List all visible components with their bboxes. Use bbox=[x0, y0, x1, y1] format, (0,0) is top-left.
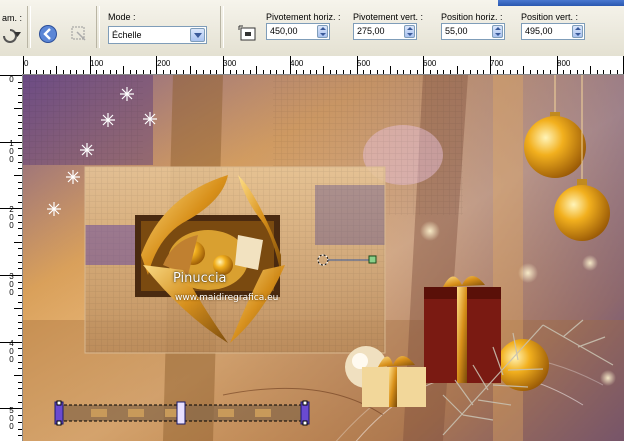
chevron-down-icon[interactable] bbox=[190, 28, 205, 42]
pivot-v-value: 275,00 bbox=[357, 26, 385, 36]
pos-h-field[interactable]: 55,00 bbox=[441, 23, 505, 40]
separator bbox=[27, 6, 31, 48]
title-strip bbox=[498, 0, 624, 6]
back-icon[interactable] bbox=[38, 24, 58, 44]
scale-icon[interactable] bbox=[238, 24, 258, 44]
pos-h-value: 55,00 bbox=[445, 26, 468, 36]
dropdown-arrow-icon[interactable] bbox=[14, 32, 21, 37]
pivot-v-label: Pivotement vert. : bbox=[353, 12, 424, 22]
ruler-label: 200 bbox=[157, 59, 171, 68]
ruler-label: 700 bbox=[490, 59, 504, 68]
pos-h-label: Position horiz. : bbox=[441, 12, 503, 22]
ruler-label: 300 bbox=[223, 59, 237, 68]
pivot-v-field[interactable]: 275,00 bbox=[353, 23, 417, 40]
spin-arrows-icon[interactable] bbox=[492, 25, 503, 38]
pos-v-value: 495,00 bbox=[525, 26, 553, 36]
mode-label: Mode : bbox=[108, 12, 136, 22]
pivot-h-value: 450,00 bbox=[270, 26, 298, 36]
ruler-label: 100 bbox=[9, 139, 14, 164]
ruler-label: 0 bbox=[24, 59, 29, 68]
ruler-label: 400 bbox=[9, 339, 14, 364]
separator bbox=[96, 6, 100, 48]
pos-v-field[interactable]: 495,00 bbox=[521, 23, 585, 40]
pos-v-label: Position vert. : bbox=[521, 12, 579, 22]
ruler-ticks bbox=[0, 75, 22, 436]
param-label: am. : bbox=[2, 13, 23, 23]
mode-value: Échelle bbox=[112, 30, 142, 40]
christmas-artwork bbox=[23, 75, 624, 441]
spin-arrows-icon[interactable] bbox=[404, 25, 415, 38]
vertical-ruler[interactable]: 0 100 200 300 400 500 bbox=[0, 74, 23, 441]
mode-select[interactable]: Échelle bbox=[108, 26, 207, 44]
pick-tool-icon[interactable] bbox=[69, 24, 89, 44]
watermark-url: www.maidiregrafica.eu bbox=[175, 293, 279, 303]
ruler-label: 0 bbox=[9, 75, 14, 84]
image-canvas[interactable]: Pinuccia www.maidiregrafica.eu bbox=[23, 75, 624, 441]
ruler-label: 400 bbox=[290, 59, 304, 68]
ruler-label: 300 bbox=[9, 272, 14, 297]
spin-arrows-icon[interactable] bbox=[572, 25, 583, 38]
ruler-label: 500 bbox=[9, 406, 14, 431]
tool-options-bar: am. : Mode : Échelle Pivotement horiz. :… bbox=[0, 0, 624, 57]
ruler-label: 500 bbox=[357, 59, 371, 68]
separator bbox=[220, 6, 224, 48]
ruler-label: 200 bbox=[9, 205, 14, 230]
horizontal-ruler[interactable]: 0 100 200 300 400 500 600 700 800 bbox=[0, 56, 624, 75]
ruler-label: 800 bbox=[557, 59, 571, 68]
ruler-label: 600 bbox=[423, 59, 437, 68]
spin-arrows-icon[interactable] bbox=[317, 25, 328, 38]
pivot-h-label: Pivotement horiz. : bbox=[266, 12, 341, 22]
ruler-label: 100 bbox=[90, 59, 104, 68]
pivot-h-field[interactable]: 450,00 bbox=[266, 23, 330, 40]
watermark-text: Pinuccia bbox=[173, 271, 227, 286]
